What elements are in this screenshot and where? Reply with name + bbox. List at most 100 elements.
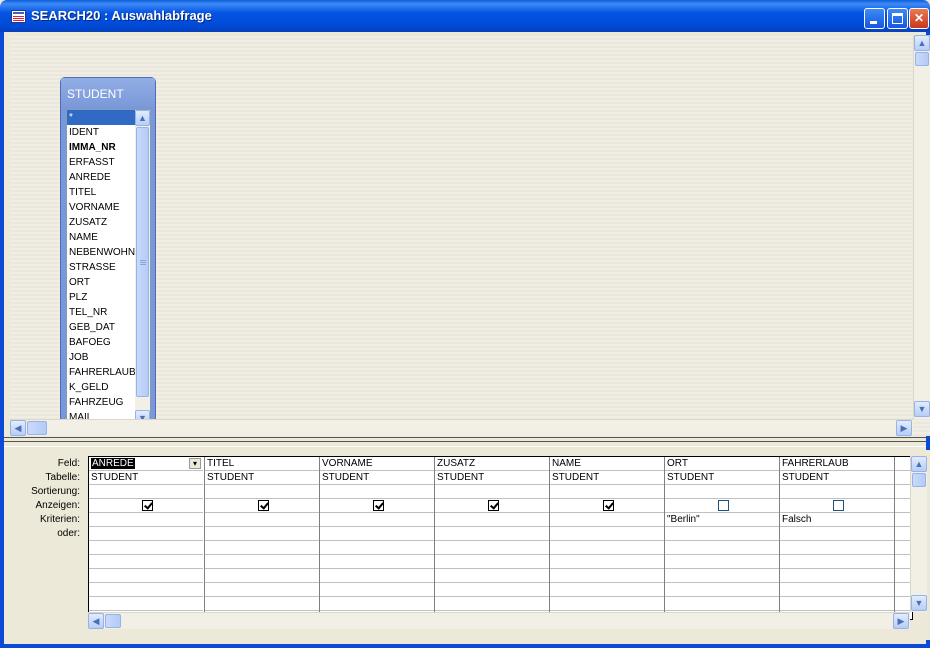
grid-cell-empty[interactable] <box>320 541 434 555</box>
grid-cell-empty[interactable] <box>205 569 319 583</box>
grid-cell-empty[interactable] <box>205 555 319 569</box>
scroll-up-icon[interactable]: ▲ <box>911 456 927 472</box>
grid-cell-empty[interactable] <box>89 541 203 555</box>
grid-cell-empty[interactable] <box>780 555 894 569</box>
grid-cell-kriterien[interactable] <box>205 513 319 527</box>
scroll-right-icon[interactable]: ▶ <box>896 420 912 436</box>
scroll-left-icon[interactable]: ◀ <box>88 613 104 629</box>
scroll-down-icon[interactable]: ▼ <box>914 401 930 417</box>
grid-cell-oder[interactable] <box>665 527 779 541</box>
upper-vertical-scrollbar[interactable]: ▲ ▼ <box>913 35 930 419</box>
grid-cell-anzeigen[interactable] <box>205 499 319 513</box>
grid-cell-kriterien[interactable]: Falsch <box>780 513 894 527</box>
grid-cell-empty[interactable] <box>550 569 664 583</box>
grid-cell-feld[interactable]: FAHRERLAUB <box>780 457 894 471</box>
grid-cell-sortierung[interactable] <box>665 485 779 499</box>
show-checkbox[interactable] <box>258 500 269 511</box>
grid-cell-anzeigen[interactable] <box>435 499 549 513</box>
query-design-grid[interactable]: ANREDE ▾ STUDENT TITEL STUDENT VORNAME STUDENT… <box>88 456 913 620</box>
grid-vertical-scroll-thumb[interactable] <box>912 473 926 487</box>
active-field-value[interactable]: ANREDE <box>91 458 135 469</box>
grid-cell-sortierung[interactable] <box>320 485 434 499</box>
grid-cell-anzeigen[interactable] <box>89 499 203 513</box>
grid-cell-empty[interactable] <box>435 597 549 611</box>
grid-cell-anzeigen[interactable] <box>550 499 664 513</box>
grid-column[interactable]: VORNAME STUDENT <box>319 457 434 619</box>
grid-cell-tabelle[interactable]: STUDENT <box>320 471 434 485</box>
grid-cell-empty[interactable] <box>89 569 203 583</box>
field-list-scroll-thumb[interactable] <box>136 127 149 397</box>
grid-cell-empty[interactable] <box>550 583 664 597</box>
grid-cell-empty[interactable] <box>89 555 203 569</box>
grid-cell-empty[interactable] <box>780 569 894 583</box>
grid-cell-tabelle[interactable]: STUDENT <box>780 471 894 485</box>
grid-cell-sortierung[interactable] <box>780 485 894 499</box>
grid-horizontal-scrollbar[interactable]: ◀ ▶ <box>88 612 910 629</box>
show-checkbox[interactable] <box>488 500 499 511</box>
title-bar[interactable]: SEARCH20 : Auswahlabfrage ✕ <box>0 0 930 32</box>
grid-cell-feld[interactable]: NAME <box>550 457 664 471</box>
grid-cell-kriterien[interactable] <box>435 513 549 527</box>
grid-cell-oder[interactable] <box>89 527 203 541</box>
show-checkbox[interactable] <box>833 500 844 511</box>
scroll-left-icon[interactable]: ◀ <box>10 420 26 436</box>
grid-cell-empty[interactable] <box>665 583 779 597</box>
grid-cell-kriterien[interactable] <box>320 513 434 527</box>
table-pane[interactable]: STUDENT * IDENT IMMA_NR ERFASST ANREDE TITEL V… <box>10 35 930 436</box>
grid-cell-feld[interactable]: VORNAME <box>320 457 434 471</box>
grid-cell-empty[interactable] <box>435 541 549 555</box>
grid-cell-tabelle[interactable]: STUDENT <box>665 471 779 485</box>
grid-cell-empty[interactable] <box>435 569 549 583</box>
grid-cell-kriterien[interactable] <box>550 513 664 527</box>
grid-column[interactable]: ORT STUDENT "Berlin" <box>664 457 779 619</box>
pane-splitter[interactable] <box>4 437 926 447</box>
upper-horizontal-scrollbar[interactable]: ◀ ▶ <box>10 419 913 436</box>
grid-cell-empty[interactable] <box>550 555 664 569</box>
grid-cell-tabelle[interactable]: STUDENT <box>205 471 319 485</box>
grid-cell-feld[interactable]: TITEL <box>205 457 319 471</box>
show-checkbox[interactable] <box>603 500 614 511</box>
grid-cell-sortierung[interactable] <box>89 485 203 499</box>
grid-cell-feld[interactable]: ANREDE ▾ <box>89 457 203 471</box>
grid-cell-anzeigen[interactable] <box>780 499 894 513</box>
grid-cell-sortierung[interactable] <box>435 485 549 499</box>
grid-cell-empty[interactable] <box>780 597 894 611</box>
grid-cell-tabelle[interactable]: STUDENT <box>550 471 664 485</box>
grid-column[interactable]: NAME STUDENT <box>549 457 664 619</box>
grid-cell-empty[interactable] <box>205 583 319 597</box>
grid-cell-oder[interactable] <box>780 527 894 541</box>
grid-cell-empty[interactable] <box>89 583 203 597</box>
grid-cell-feld[interactable]: ZUSATZ <box>435 457 549 471</box>
grid-cell-empty[interactable] <box>665 569 779 583</box>
grid-cell-empty[interactable] <box>320 583 434 597</box>
grid-cell-kriterien[interactable]: "Berlin" <box>665 513 779 527</box>
scroll-up-icon[interactable]: ▲ <box>914 35 930 51</box>
grid-cell-empty[interactable] <box>205 541 319 555</box>
grid-vertical-scrollbar[interactable]: ▲ ▼ <box>910 456 927 612</box>
grid-column[interactable]: FAHRERLAUB STUDENT Falsch <box>779 457 894 619</box>
dropdown-arrow-icon[interactable]: ▾ <box>189 458 201 469</box>
grid-cell-empty[interactable] <box>780 541 894 555</box>
minimize-button[interactable] <box>864 8 885 29</box>
grid-cell-empty[interactable] <box>435 555 549 569</box>
upper-vertical-scroll-thumb[interactable] <box>915 52 929 66</box>
grid-cell-empty[interactable] <box>780 583 894 597</box>
grid-cell-empty[interactable] <box>665 555 779 569</box>
grid-cell-empty[interactable] <box>435 583 549 597</box>
grid-column[interactable]: TITEL STUDENT <box>204 457 319 619</box>
show-checkbox[interactable] <box>142 500 153 511</box>
grid-cell-oder[interactable] <box>550 527 664 541</box>
field-list-scrollbar[interactable]: ▲ ▼ <box>135 110 150 426</box>
grid-cell-empty[interactable] <box>550 541 664 555</box>
grid-cell-anzeigen[interactable] <box>665 499 779 513</box>
grid-cell-oder[interactable] <box>320 527 434 541</box>
scroll-right-icon[interactable]: ▶ <box>893 613 909 629</box>
grid-cell-empty[interactable] <box>320 569 434 583</box>
grid-cell-oder[interactable] <box>205 527 319 541</box>
grid-cell-empty[interactable] <box>205 597 319 611</box>
grid-cell-empty[interactable] <box>320 597 434 611</box>
grid-cell-oder[interactable] <box>435 527 549 541</box>
grid-cell-empty[interactable] <box>665 541 779 555</box>
grid-cell-tabelle[interactable]: STUDENT <box>89 471 203 485</box>
grid-cell-sortierung[interactable] <box>550 485 664 499</box>
